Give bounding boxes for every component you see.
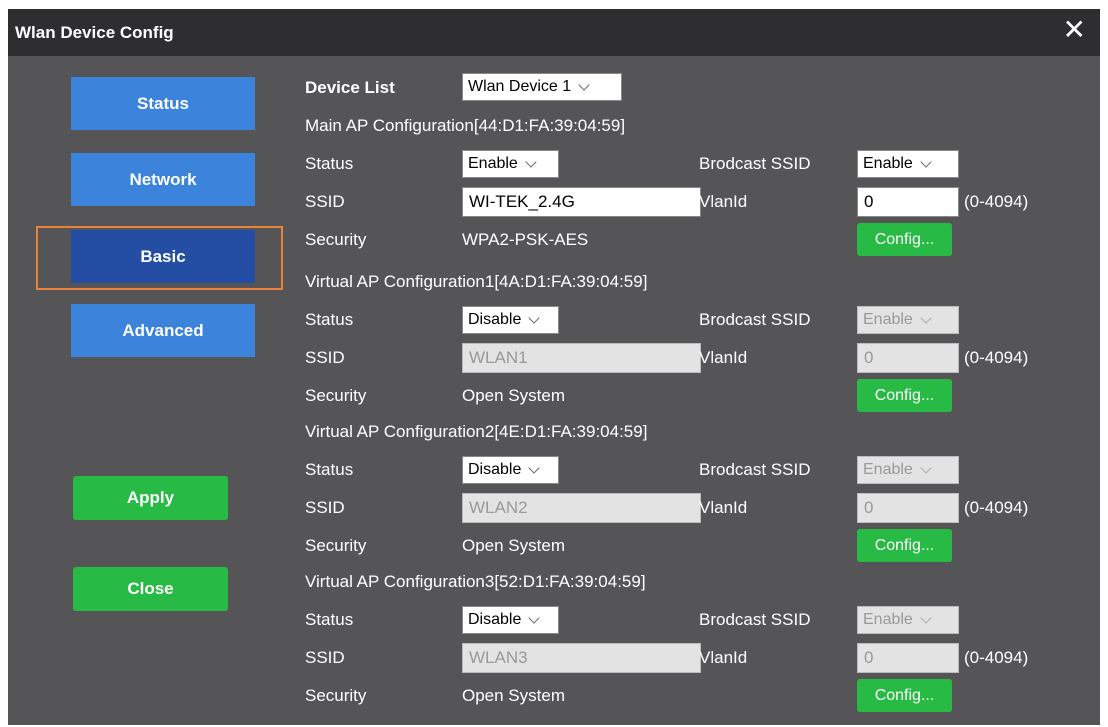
vlanid-range-label: (0-4094) <box>964 498 1029 517</box>
broadcast-ssid-value: Enable <box>863 461 913 478</box>
status-label: Status <box>305 154 354 173</box>
vlanid-label: VlanId <box>699 498 748 517</box>
status-select[interactable]: Enable <box>462 150 559 178</box>
ssid-label: SSID <box>305 192 345 211</box>
security-config-button[interactable]: Config... <box>857 679 952 712</box>
status-value: Disable <box>468 311 522 328</box>
broadcast-ssid-label: Brodcast SSID <box>699 610 811 629</box>
dialog-title: Wlan Device Config <box>15 23 174 42</box>
section-header: Main AP Configuration[44:D1:FA:39:04:59] <box>305 116 626 135</box>
ssid-input: WLAN3 <box>462 643 701 673</box>
security-value: WPA2-PSK-AES <box>462 230 589 249</box>
broadcast-ssid-value: Enable <box>863 311 913 328</box>
security-label: Security <box>305 536 367 555</box>
vlanid-input: 0 <box>857 493 959 523</box>
vlanid-label: VlanId <box>699 348 748 367</box>
broadcast-ssid-value: Enable <box>863 611 913 628</box>
wlan-config-dialog: Wlan Device Config ✕ Status Network Basi… <box>8 9 1100 725</box>
chevron-down-icon <box>528 311 541 324</box>
vlanid-input[interactable]: 0 <box>857 187 959 217</box>
section-header: Virtual AP Configuration1[4A:D1:FA:39:04… <box>305 272 648 291</box>
vlanid-range-label: (0-4094) <box>964 192 1029 211</box>
ssid-label: SSID <box>305 498 345 517</box>
security-label: Security <box>305 230 367 249</box>
status-select[interactable]: Disable <box>462 306 559 334</box>
security-value: Open System <box>462 536 565 555</box>
status-value: Disable <box>468 611 522 628</box>
status-nav-button[interactable]: Status <box>71 77 255 130</box>
chevron-down-icon <box>528 461 541 474</box>
security-config-button[interactable]: Config... <box>857 223 952 256</box>
status-value: Enable <box>468 155 518 172</box>
ssid-input[interactable]: WI-TEK_2.4G <box>462 187 701 217</box>
status-value: Disable <box>468 461 522 478</box>
network-nav-button[interactable]: Network <box>71 153 255 206</box>
vlanid-range-label: (0-4094) <box>964 648 1029 667</box>
advanced-nav-button[interactable]: Advanced <box>71 304 255 357</box>
ssid-input: WLAN2 <box>462 493 701 523</box>
broadcast-ssid-label: Brodcast SSID <box>699 460 811 479</box>
broadcast-ssid-select: Enable <box>857 606 959 634</box>
chevron-down-icon <box>525 155 537 168</box>
chevron-down-icon <box>920 611 932 624</box>
status-label: Status <box>305 310 354 329</box>
broadcast-ssid-label: Brodcast SSID <box>699 154 811 173</box>
status-select[interactable]: Disable <box>462 606 559 634</box>
device-list-value: Wlan Device 1 <box>468 78 572 95</box>
section-header: Virtual AP Configuration2[4E:D1:FA:39:04… <box>305 422 648 441</box>
close-icon[interactable]: ✕ <box>1063 16 1086 44</box>
chevron-down-icon <box>920 311 932 324</box>
status-select[interactable]: Disable <box>462 456 559 484</box>
broadcast-ssid-value: Enable <box>863 155 913 172</box>
security-label: Security <box>305 686 367 705</box>
broadcast-ssid-select: Enable <box>857 456 959 484</box>
chevron-down-icon <box>578 78 590 91</box>
vlanid-label: VlanId <box>699 192 748 211</box>
chevron-down-icon <box>920 461 932 474</box>
title-bar: Wlan Device Config ✕ <box>8 9 1100 56</box>
vlanid-input: 0 <box>857 343 959 373</box>
security-label: Security <box>305 386 367 405</box>
device-list-select[interactable]: Wlan Device 1 <box>462 73 622 101</box>
security-config-button[interactable]: Config... <box>857 379 952 412</box>
apply-button[interactable]: Apply <box>73 476 228 520</box>
vlanid-label: VlanId <box>699 648 748 667</box>
ssid-label: SSID <box>305 648 345 667</box>
ssid-label: SSID <box>305 348 345 367</box>
basic-nav-button[interactable]: Basic <box>71 230 255 283</box>
security-value: Open System <box>462 686 565 705</box>
security-config-button[interactable]: Config... <box>857 529 952 562</box>
close-button[interactable]: Close <box>73 567 228 611</box>
broadcast-ssid-label: Brodcast SSID <box>699 310 811 329</box>
status-label: Status <box>305 610 354 629</box>
security-value: Open System <box>462 386 565 405</box>
chevron-down-icon <box>920 155 932 168</box>
status-label: Status <box>305 460 354 479</box>
broadcast-ssid-select: Enable <box>857 306 959 334</box>
vlanid-range-label: (0-4094) <box>964 348 1029 367</box>
broadcast-ssid-select[interactable]: Enable <box>857 150 959 178</box>
section-header: Virtual AP Configuration3[52:D1:FA:39:04… <box>305 572 646 591</box>
ssid-input: WLAN1 <box>462 343 701 373</box>
device-list-label: Device List <box>305 78 395 97</box>
chevron-down-icon <box>528 611 541 624</box>
vlanid-input: 0 <box>857 643 959 673</box>
